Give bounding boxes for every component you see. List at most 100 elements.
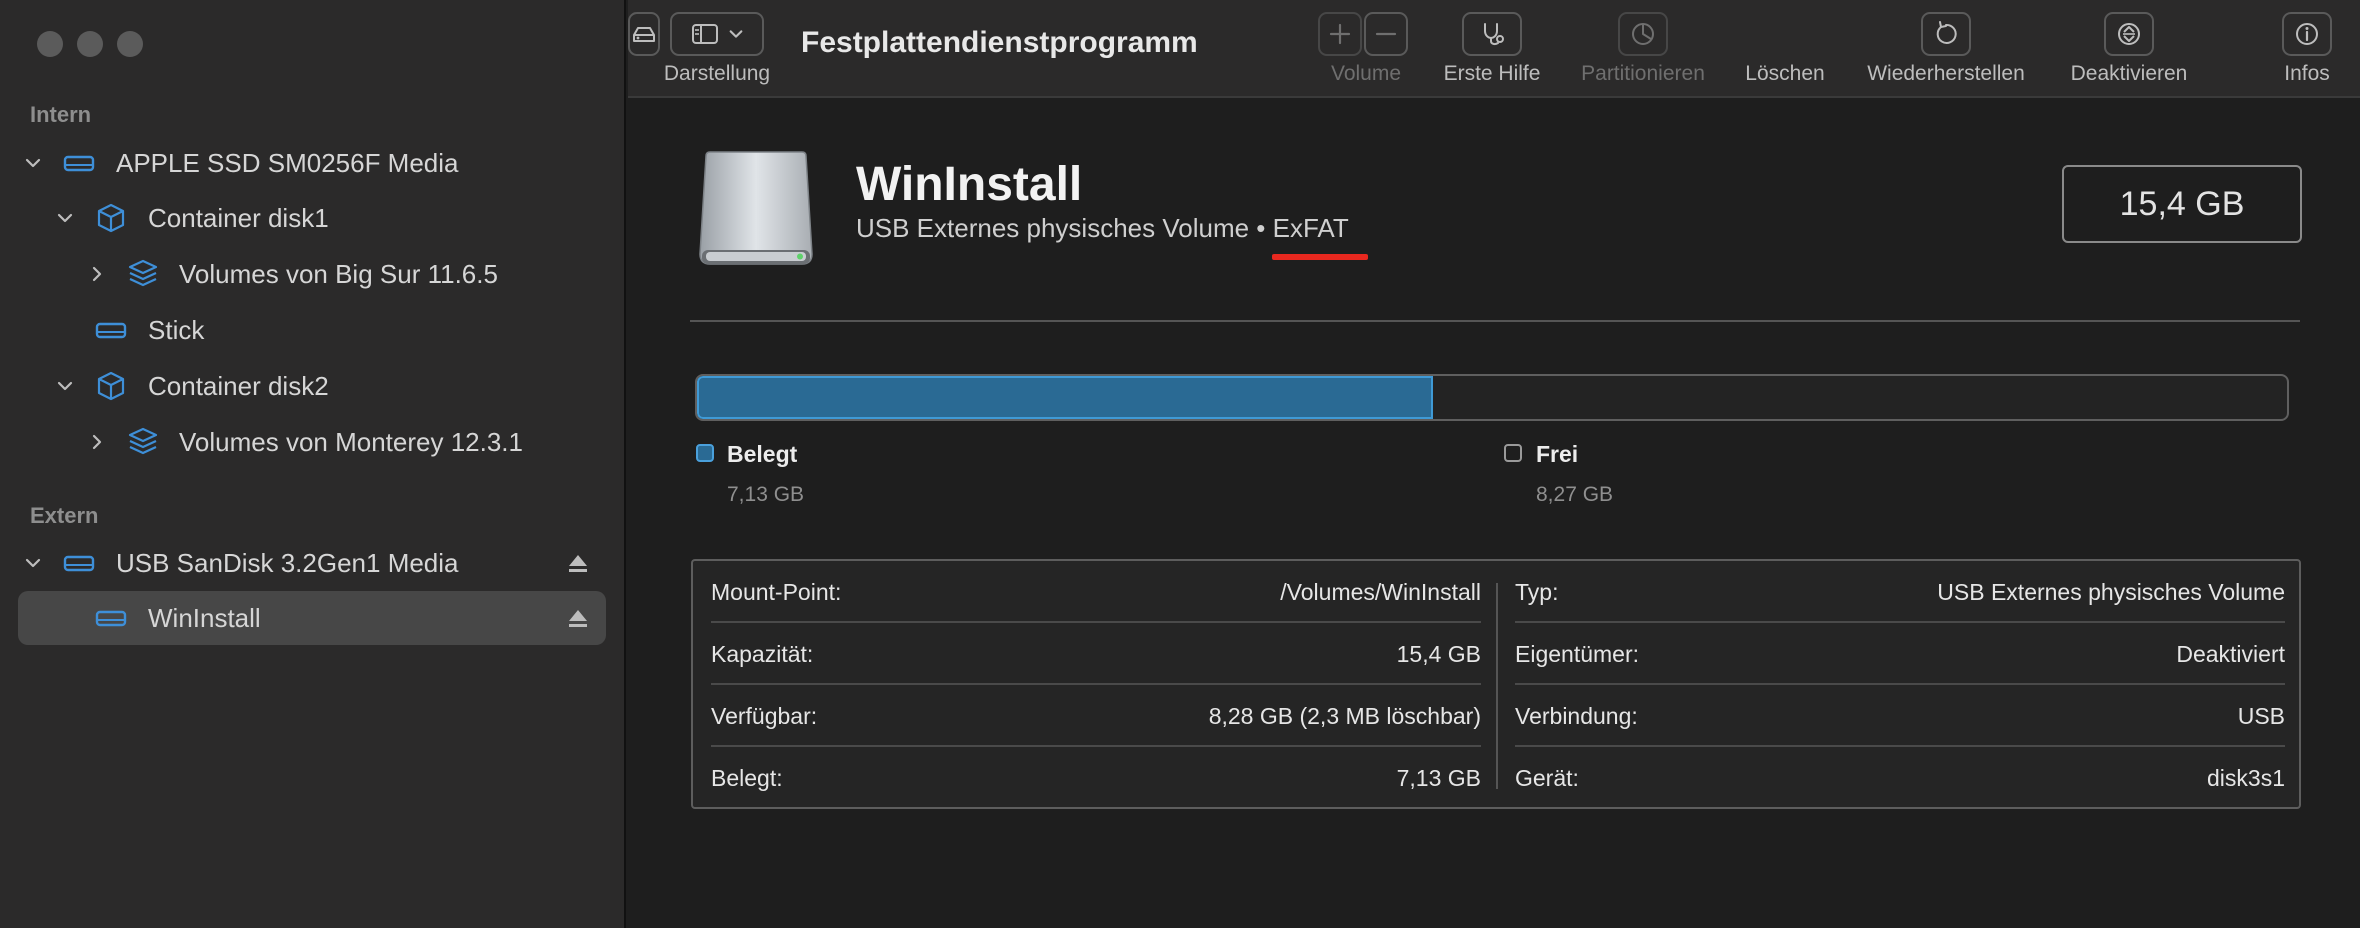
info-value: USB bbox=[2237, 703, 2285, 729]
sidebar-item-label: USB SanDisk 3.2Gen1 Media bbox=[116, 547, 459, 578]
used-swatch bbox=[696, 444, 714, 462]
section-extern-heading: Extern bbox=[30, 503, 99, 528]
sidebar-item-label: Container disk2 bbox=[148, 370, 329, 401]
info-row-device: Gerät: disk3s1 bbox=[1515, 747, 2285, 809]
volume-name: WinInstall bbox=[856, 158, 1083, 211]
used-legend-value: 7,13 GB bbox=[727, 483, 805, 506]
partition-label: Partitionieren bbox=[1581, 62, 1705, 85]
chevron-down-icon[interactable] bbox=[54, 375, 76, 397]
sidebar-item-volumes-big-sur[interactable]: Volumes von Big Sur 11.6.5 bbox=[18, 247, 606, 301]
first-aid-button[interactable] bbox=[1462, 12, 1522, 56]
info-key: Kapazität: bbox=[711, 641, 814, 667]
section-intern-heading: Intern bbox=[30, 102, 92, 127]
info-label: Infos bbox=[2284, 62, 2330, 85]
stethoscope-icon bbox=[1484, 23, 1504, 46]
sidebar-item-apple-ssd[interactable]: APPLE SSD SM0256F Media bbox=[18, 136, 606, 190]
volume-label: Volume bbox=[1330, 62, 1402, 85]
highlight-underline bbox=[1272, 254, 1368, 260]
zoom-window-button[interactable] bbox=[117, 31, 143, 57]
sidebar-item-stick[interactable]: Stick bbox=[18, 303, 606, 357]
free-swatch bbox=[1504, 444, 1522, 462]
external-drive-image bbox=[699, 151, 813, 265]
volume-size-badge: 15,4 GB bbox=[2062, 165, 2302, 243]
restore-label: Wiederherstellen bbox=[1867, 62, 2025, 85]
info-table: Mount-Point: /Volumes/WinInstall Kapazit… bbox=[691, 559, 2301, 809]
usage-bar-used-segment bbox=[697, 376, 1434, 419]
usage-bar bbox=[695, 374, 2289, 421]
free-legend-label: Frei bbox=[1536, 441, 1579, 467]
info-value: 8,28 GB (2,3 MB löschbar) bbox=[1208, 703, 1481, 729]
pie-chart-icon bbox=[1632, 23, 1654, 45]
view-mode-button[interactable] bbox=[670, 12, 764, 56]
toolbar: Darstellung Festplattendienstprogramm Vo… bbox=[628, 0, 2360, 98]
eject-icon[interactable] bbox=[566, 551, 590, 575]
app-title: Festplattendienstprogramm bbox=[801, 26, 1198, 59]
remove-volume-button[interactable] bbox=[1364, 12, 1408, 56]
info-row-type: Typ: USB Externes physisches Volume bbox=[1515, 561, 2285, 623]
sidebar-item-label: WinInstall bbox=[148, 602, 261, 633]
internal-disk-icon bbox=[62, 146, 96, 180]
sidebar: Intern APPLE SSD SM0256F Media Container… bbox=[0, 0, 626, 928]
chevron-down-icon[interactable] bbox=[22, 152, 44, 174]
sidebar-item-container-disk1[interactable]: Container disk1 bbox=[18, 191, 606, 245]
used-legend-label: Belegt bbox=[727, 441, 798, 467]
sidebar-item-label: Volumes von Monterey 12.3.1 bbox=[179, 426, 523, 457]
disk-icon bbox=[94, 313, 128, 347]
close-window-button[interactable] bbox=[37, 31, 63, 57]
chevron-down-icon bbox=[729, 30, 743, 38]
info-row-used: Belegt: 7,13 GB bbox=[711, 747, 1481, 809]
info-row-owner: Eigentümer: Deaktiviert bbox=[1515, 623, 2285, 685]
info-key: Verfügbar: bbox=[711, 703, 818, 729]
chevron-right-icon[interactable] bbox=[86, 431, 108, 453]
minimize-window-button[interactable] bbox=[77, 31, 103, 57]
add-volume-button[interactable] bbox=[1318, 12, 1362, 56]
info-key: Eigentümer: bbox=[1515, 641, 1640, 667]
container-icon bbox=[94, 201, 128, 235]
unmount-button[interactable] bbox=[2104, 12, 2154, 56]
header-divider bbox=[690, 320, 2300, 322]
sidebar-item-container-disk2[interactable]: Container disk2 bbox=[18, 359, 606, 413]
info-value: /Volumes/WinInstall bbox=[1280, 579, 1481, 605]
partition-button[interactable] bbox=[1618, 12, 1668, 56]
sidebar-item-label: Stick bbox=[148, 314, 205, 345]
unmount-icon bbox=[2118, 23, 2140, 45]
chevron-right-icon[interactable] bbox=[86, 263, 108, 285]
volume-stack-icon bbox=[126, 257, 160, 291]
view-mode-label: Darstellung bbox=[663, 62, 771, 85]
sidebar-item-wininstall[interactable]: WinInstall bbox=[18, 591, 606, 645]
chevron-down-icon[interactable] bbox=[22, 552, 44, 574]
plus-icon bbox=[1329, 23, 1351, 45]
info-column-separator bbox=[1496, 583, 1498, 789]
sidebar-item-label: Volumes von Big Sur 11.6.5 bbox=[179, 258, 498, 289]
restore-arrow-icon bbox=[1936, 21, 1957, 44]
sidebar-item-label: APPLE SSD SM0256F Media bbox=[116, 147, 459, 178]
sidebar-item-label: Container disk1 bbox=[148, 202, 329, 233]
sidebar-item-volumes-monterey[interactable]: Volumes von Monterey 12.3.1 bbox=[18, 415, 606, 469]
restore-button[interactable] bbox=[1921, 12, 1971, 56]
info-key: Typ: bbox=[1515, 579, 1559, 605]
sidebar-item-usb-sandisk[interactable]: USB SanDisk 3.2Gen1 Media bbox=[18, 536, 606, 590]
erase-button[interactable] bbox=[628, 12, 660, 56]
info-key: Belegt: bbox=[711, 765, 783, 791]
container-icon bbox=[94, 369, 128, 403]
info-button[interactable] bbox=[2282, 12, 2332, 56]
erase-label: Löschen bbox=[1745, 62, 1825, 85]
info-value: 7,13 GB bbox=[1396, 765, 1481, 791]
info-key: Gerät: bbox=[1515, 765, 1579, 791]
info-icon bbox=[2296, 23, 2318, 45]
minus-icon bbox=[1375, 32, 1397, 36]
eject-icon[interactable] bbox=[566, 606, 590, 630]
sidebar-toggle-icon bbox=[692, 24, 718, 44]
erase-disk-icon bbox=[633, 27, 655, 42]
unmount-label: Deaktivieren bbox=[2070, 62, 2188, 85]
disk-icon bbox=[94, 601, 128, 635]
first-aid-label: Erste Hilfe bbox=[1443, 62, 1541, 85]
info-value: Deaktiviert bbox=[2176, 641, 2285, 667]
volume-stack-icon bbox=[126, 425, 160, 459]
info-row-mount-point: Mount-Point: /Volumes/WinInstall bbox=[711, 561, 1481, 623]
external-disk-icon bbox=[62, 546, 96, 580]
info-row-available: Verfügbar: 8,28 GB (2,3 MB löschbar) bbox=[711, 685, 1481, 747]
info-row-capacity: Kapazität: 15,4 GB bbox=[711, 623, 1481, 685]
chevron-down-icon[interactable] bbox=[54, 207, 76, 229]
info-value: USB Externes physisches Volume bbox=[1937, 579, 2285, 605]
